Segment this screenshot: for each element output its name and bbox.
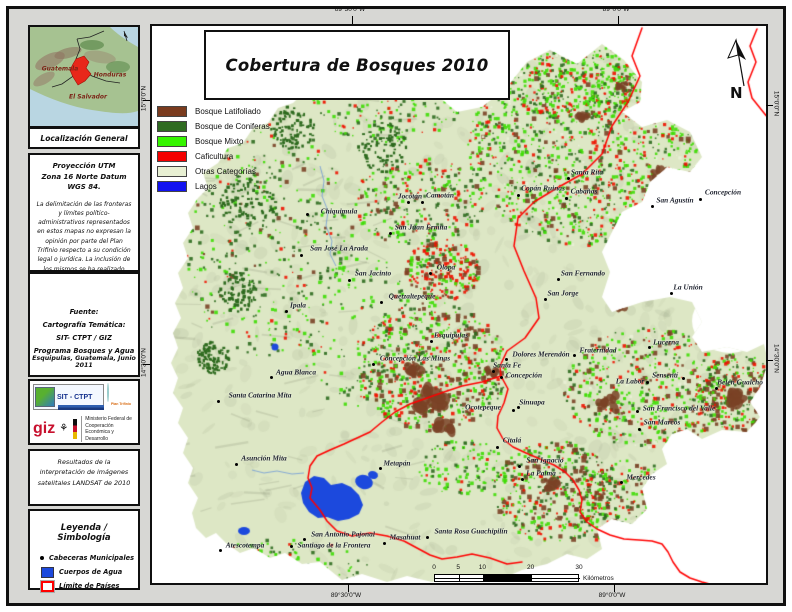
graticule-tick [143,100,150,101]
symbol-legend-label: Cabeceras Municipales [49,554,134,562]
page-title: Cobertura de Bosques 2010 [226,56,489,75]
sit-map-icon [35,387,55,407]
source-line: Cartografía Temática: [30,319,138,332]
coord-label-left: 15°0'0"N [141,59,148,139]
forest-legend-row: Otras Categorías [157,164,327,179]
source-panel: Fuente:Cartografía Temática:SIT- CTPT / … [28,272,140,377]
inset-country-label: Honduras [94,72,127,79]
legend-label: Bosque Latifoliado [195,108,261,116]
coord-label-top: 89°30'0"W [335,6,365,13]
inset-country-label: Guatemala [42,66,79,73]
source-place-date: Esquipulas, Guatemala, Junio 2011 [30,355,138,369]
results-panel: Resultados de la interpretación de imáge… [28,449,140,506]
inset-country-label: El Salvador [69,94,107,101]
symbol-legend-panel: Leyenda / Simbología Cabeceras Municipal… [28,509,140,590]
symbol-legend-items: Cabeceras Municipales Cuerpos de Agua Lími… [36,551,132,593]
giz-logo-text: giz [33,421,55,437]
symbol-legend-row: Cabeceras Municipales [36,551,132,565]
forest-legend-row: Caficultura [157,149,327,164]
inset-caption: Localización General [40,134,127,143]
german-eagle-icon: ⚘ [59,423,69,435]
graticule-tick [614,584,615,592]
north-label: N [730,84,743,102]
graticule-tick [352,16,353,24]
coord-label-top: 89°0'0"W [603,6,630,13]
giz-logo-row: giz ⚘ Ministerio Federal de Cooperación … [33,416,135,442]
legend-label: Otras Categorías [195,168,256,176]
coord-label-bottom: 89°0'0"W [599,592,626,599]
water-swatch-icon [41,567,54,578]
legend-swatch-icon [157,136,187,147]
forest-legend-row: Bosque Latifoliado [157,104,327,119]
source-line: SIT- CTPT / GIZ [30,332,138,345]
plan-trifinio-text: Plan Trifinio [107,402,135,406]
legend-label: Lagos [195,183,217,191]
location-inset-map: Guatemala Honduras El Salvador [28,25,140,128]
legend-swatch-icon [157,181,187,192]
sit-logo-text: SIT - CTPT [57,394,92,401]
map-canvas-area: ChiquimulaJocotánCamotánSan Juan ErmitaS… [150,24,768,585]
legend-label: Bosque de Coniferas [195,123,270,131]
coord-label-bottom: 89°30'0"W [331,592,361,599]
coord-label-right: 15°0'0"N [773,64,780,144]
north-arrow-icon [722,34,762,114]
forest-legend: Bosque Latifoliado Bosque de Coniferas Bos… [157,104,327,194]
forest-legend-row: Bosque Mixto [157,134,327,149]
projection-line2: Zona 16 Norte Datum WGS 84. [41,173,126,192]
legend-swatch-icon [157,106,187,117]
projection-panel: Proyección UTM Zona 16 Norte Datum WGS 8… [28,153,140,272]
legend-label: Bosque Mixto [195,138,243,146]
graticule-tick [618,16,619,24]
coord-label-right: 14°30'0"N [773,319,780,399]
logos-panel: SIT - CTPT Plan Trifinio giz ⚘ Ministeri… [28,379,140,445]
forest-legend-row: Lagos [157,179,327,194]
symbol-legend-label: Cuerpos de Agua [59,568,122,576]
legend-swatch-icon [157,151,187,162]
projection-line1: Proyección UTM [53,162,116,170]
municipality-dot-icon [40,556,44,560]
graticule-tick [766,360,773,361]
source-line: Fuente: [30,306,138,319]
symbol-legend-title: Leyenda / Simbología [36,523,132,543]
plan-trifinio-icon [107,383,109,402]
sit-banner [58,405,104,410]
coord-label-left: 14°30'0"N [141,323,148,403]
plan-trifinio-logo: Plan Trifinio [107,384,135,410]
symbol-legend-row: Cuerpos de Agua [36,565,132,579]
country-border-icon [41,581,54,592]
legend-label: Caficultura [195,153,233,161]
forest-legend-row: Bosque de Coniferas [157,119,327,134]
ministry-text: Ministerio Federal de Cooperación Económ… [81,416,135,442]
legend-swatch-icon [157,166,187,177]
graticule-tick [766,105,773,106]
north-arrow: N [722,34,762,114]
legend-swatch-icon [157,121,187,132]
projection-title: Proyección UTM Zona 16 Norte Datum WGS 8… [36,161,132,193]
german-flag-icon [73,419,77,439]
symbol-legend-label: Límite de Países [59,582,119,590]
sit-ctpt-logo: SIT - CTPT [33,384,104,410]
map-title-box: Cobertura de Bosques 2010 [204,30,510,100]
graticule-tick [348,584,349,592]
source-lines: Fuente:Cartografía Temática:SIT- CTPT / … [30,306,138,358]
symbol-legend-row: Límite de Países [36,579,132,593]
graticule-tick [143,364,150,365]
inset-caption-box: Localización General [28,127,140,149]
results-note: Resultados de la interpretación de imáge… [37,457,131,488]
